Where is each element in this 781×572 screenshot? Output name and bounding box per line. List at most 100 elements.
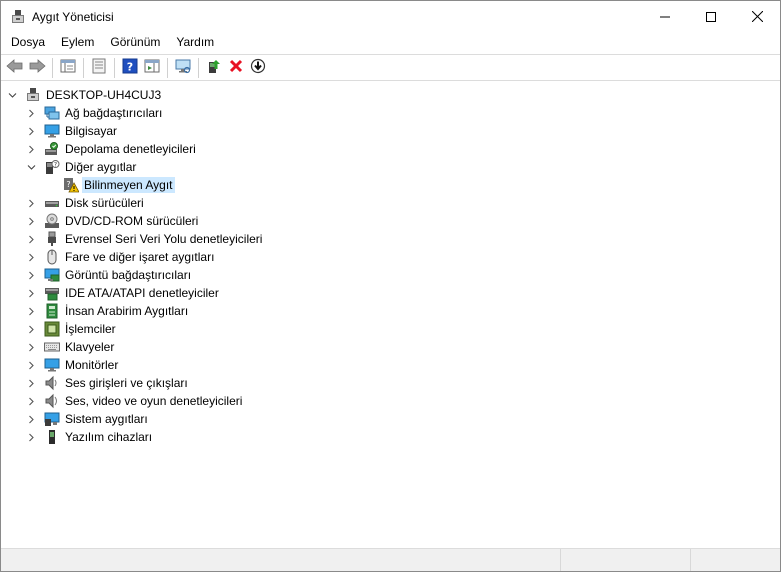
chevron-right-icon[interactable]: [25, 230, 37, 248]
tree-item-storage-controllers[interactable]: Depolama denetleyicileri: [25, 140, 198, 158]
toolbar-separator: [83, 57, 84, 78]
tree-item-usb-controllers[interactable]: Evrensel Seri Veri Yolu denetleyicileri: [25, 230, 264, 248]
chevron-right-icon[interactable]: [25, 320, 37, 338]
tree-item-software-devices[interactable]: Yazılım cihazları: [25, 428, 154, 446]
tree-item-monitors[interactable]: Monitörler: [25, 356, 120, 374]
collapse-chevron-icon[interactable]: [6, 86, 18, 104]
chevron-right-icon[interactable]: [25, 212, 37, 230]
action-pane-button[interactable]: [141, 57, 163, 79]
tree-item-label: Diğer aygıtlar: [65, 160, 137, 174]
tree-item-label: Klavyeler: [65, 340, 115, 354]
chevron-right-icon[interactable]: [25, 428, 37, 446]
tree-item-mice[interactable]: Fare ve diğer işaret aygıtları: [25, 248, 216, 266]
disable-device-button[interactable]: [247, 57, 269, 79]
tree-item-label: Monitörler: [65, 358, 119, 372]
tree-item-dvd-drives[interactable]: DVD/CD-ROM sürücüleri: [25, 212, 200, 230]
chevron-right-icon[interactable]: [25, 266, 37, 284]
tree-item-label: Ağ bağdaştırıcıları: [65, 106, 163, 120]
tree-item-label: Ses girişleri ve çıkışları: [65, 376, 188, 390]
tree-root-label: DESKTOP-UH4CUJ3: [46, 88, 162, 102]
menu-help[interactable]: Yardım: [168, 32, 222, 53]
tree-item-hid[interactable]: İnsan Arabirim Aygıtları: [25, 302, 190, 320]
help-button[interactable]: ?: [119, 57, 141, 79]
chevron-right-icon[interactable]: [25, 140, 37, 158]
tree-item-system-devices[interactable]: Sistem aygıtları: [25, 410, 150, 428]
hid-icon: [44, 303, 60, 319]
show-hide-console-tree-icon: [60, 58, 76, 77]
disk-drive-icon: [44, 195, 60, 211]
forward-button[interactable]: [26, 57, 48, 79]
svg-text:?: ?: [66, 180, 70, 189]
forward-arrow-icon: [28, 58, 46, 77]
tree-item-other-devices[interactable]: ? Diğer aygıtlar: [25, 158, 138, 176]
back-arrow-icon: [6, 58, 24, 77]
device-manager-window: Aygıt Yöneticisi Dosya Eylem Görünüm Yar…: [0, 0, 781, 572]
processor-icon: [44, 321, 60, 337]
help-icon: ?: [122, 58, 138, 77]
scan-hardware-button[interactable]: [172, 57, 194, 79]
tree-item-label: Disk sürücüleri: [65, 196, 144, 210]
uninstall-device-icon: [228, 58, 244, 77]
tree-item-processors[interactable]: İşlemciler: [25, 320, 118, 338]
chevron-right-icon[interactable]: [25, 104, 37, 122]
tree-item-display-adapters[interactable]: Görüntü bağdaştırıcıları: [25, 266, 193, 284]
tree-item-computer[interactable]: Bilgisayar: [25, 122, 119, 140]
update-driver-button[interactable]: [203, 57, 225, 79]
menu-action[interactable]: Eylem: [53, 32, 102, 53]
chevron-down-icon[interactable]: [25, 158, 37, 176]
tree-item-label: İnsan Arabirim Aygıtları: [65, 304, 189, 318]
chevron-right-icon[interactable]: [25, 122, 37, 140]
chevron-right-icon[interactable]: [25, 194, 37, 212]
usb-controller-icon: [44, 231, 60, 247]
device-tree[interactable]: DESKTOP-UH4CUJ3 Ağ bağdaştırıcıları Bilg…: [1, 82, 780, 547]
tree-item-ide-controllers[interactable]: IDE ATA/ATAPI denetleyiciler: [25, 284, 221, 302]
toolbar-separator: [52, 57, 53, 78]
maximize-button[interactable]: [688, 1, 734, 32]
tree-item-unknown-device[interactable]: ? Bilinmeyen Aygıt: [44, 176, 175, 194]
tree-item-keyboards[interactable]: Klavyeler: [25, 338, 116, 356]
minimize-button[interactable]: [642, 1, 688, 32]
chevron-right-icon[interactable]: [25, 374, 37, 392]
sound-video-icon: [44, 393, 60, 409]
tree-item-network-adapters[interactable]: Ağ bağdaştırıcıları: [25, 104, 164, 122]
tree-item-label: Bilgisayar: [65, 124, 118, 138]
tree-item-audio-inputs-outputs[interactable]: Ses girişleri ve çıkışları: [25, 374, 190, 392]
chevron-right-icon[interactable]: [25, 410, 37, 428]
tree-item-label: Bilinmeyen Aygıt: [82, 177, 175, 193]
chevron-right-icon[interactable]: [25, 284, 37, 302]
menu-view[interactable]: Görünüm: [102, 32, 168, 53]
close-button[interactable]: [734, 1, 780, 32]
back-button[interactable]: [4, 57, 26, 79]
status-cell-tertiary: [691, 549, 778, 571]
status-cell-main: [1, 549, 561, 571]
properties-button[interactable]: [88, 57, 110, 79]
monitor-icon: [44, 357, 60, 373]
toolbar-separator: [198, 57, 199, 78]
tree-item-label: Görüntü bağdaştırıcıları: [65, 268, 192, 282]
disable-device-icon: [250, 58, 266, 77]
ide-controller-icon: [44, 285, 60, 301]
device-manager-app-icon: [10, 9, 26, 25]
menu-file[interactable]: Dosya: [1, 32, 53, 53]
chevron-right-icon[interactable]: [25, 302, 37, 320]
tree-root[interactable]: DESKTOP-UH4CUJ3: [6, 86, 163, 104]
chevron-right-icon[interactable]: [25, 356, 37, 374]
chevron-right-icon[interactable]: [25, 248, 37, 266]
svg-text:?: ?: [54, 162, 57, 169]
tree-item-sound-video-game[interactable]: Ses, video ve oyun denetleyicileri: [25, 392, 244, 410]
chevron-right-icon[interactable]: [25, 392, 37, 410]
tree-item-label: Fare ve diğer işaret aygıtları: [65, 250, 215, 264]
uninstall-device-button[interactable]: [225, 57, 247, 79]
tree-item-label: Ses, video ve oyun denetleyicileri: [65, 394, 243, 408]
chevron-right-icon[interactable]: [25, 338, 37, 356]
show-hide-tree-button[interactable]: [57, 57, 79, 79]
tree-item-label: Depolama denetleyicileri: [65, 142, 196, 156]
toolbar-separator: [167, 57, 168, 78]
tree-item-disk-drives[interactable]: Disk sürücüleri: [25, 194, 146, 212]
menu-bar: Dosya Eylem Görünüm Yardım: [1, 32, 780, 53]
storage-controller-icon: [44, 141, 60, 157]
tree-item-label: IDE ATA/ATAPI denetleyiciler: [65, 286, 219, 300]
keyboard-icon: [44, 339, 60, 355]
tree-item-label: Sistem aygıtları: [65, 412, 148, 426]
